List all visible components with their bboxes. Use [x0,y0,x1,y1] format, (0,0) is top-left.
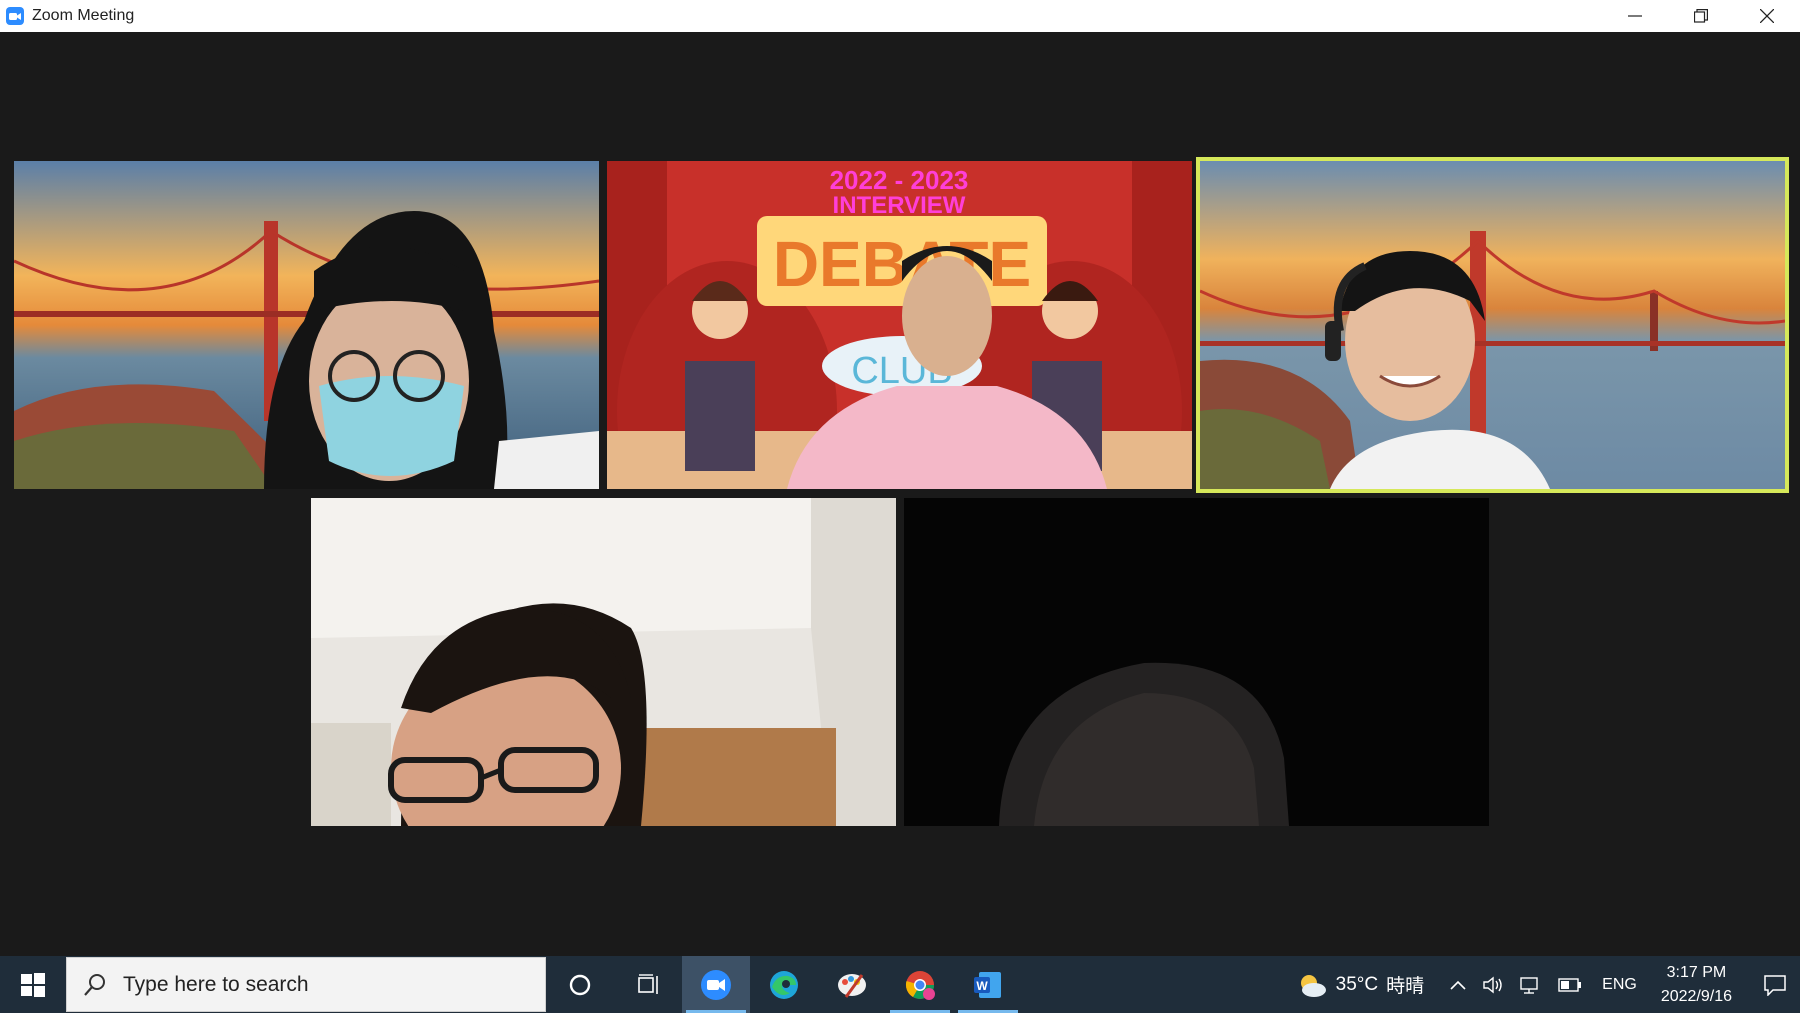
input-language[interactable]: ENG [1602,976,1637,994]
video-gallery: 2022 - 2023 INTERVIEW DEBATE CLUB [0,32,1800,956]
word-icon: W [974,971,1001,998]
taskbar-search[interactable] [66,957,546,1012]
restore-icon [1694,9,1708,23]
clock[interactable]: 3:17 PM 2022/9/16 [1661,961,1732,1009]
taskbar-app-edge[interactable] [750,956,818,1013]
paint-icon [838,973,866,998]
network-button[interactable] [1520,976,1542,994]
taskbar-app-paint[interactable] [818,956,886,1013]
title-bar: Zoom Meeting [0,0,1800,32]
taskbar-app-chrome[interactable] [886,956,954,1013]
chevron-up-icon [1450,980,1466,990]
weather-widget[interactable]: 35°C 時晴 [1296,971,1424,998]
network-icon [1520,976,1538,994]
taskbar: W 35°C 時晴 [0,956,1800,1013]
task-view-button[interactable] [614,956,682,1013]
clock-time: 3:17 PM [1666,963,1727,981]
active-speaker-tile[interactable] [1196,157,1789,493]
taskbar-app-zoom[interactable] [682,956,750,1013]
clock-date: 2022/9/16 [1660,987,1732,1005]
participant-video-tile[interactable] [14,161,599,489]
participant-video-tile[interactable] [904,498,1489,826]
restore-button[interactable] [1668,0,1734,32]
volume-button[interactable] [1482,976,1504,994]
taskbar-app-word[interactable]: W [954,956,1022,1013]
close-button[interactable] [1734,0,1800,32]
chrome-icon [905,970,935,1000]
action-center-button[interactable] [1750,956,1800,1013]
task-view-icon [638,973,658,994]
battery-button[interactable] [1558,977,1582,992]
svg-text:W: W [976,979,988,993]
show-hidden-icons-button[interactable] [1450,980,1466,990]
system-tray: 35°C 時晴 ENG 3:17 PM 2022/9/16 [1296,956,1800,1013]
volume-icon [1483,976,1502,993]
windows-icon [21,972,45,997]
zoom-icon [6,7,24,25]
participant-video-tile[interactable] [311,498,896,826]
window-title: Zoom Meeting [32,7,135,24]
battery-icon [1558,977,1582,992]
banner-subtitle-text: INTERVIEW [833,192,966,219]
minimize-icon [1628,15,1642,17]
search-icon [84,973,105,996]
cortana-icon [569,974,591,995]
start-button[interactable] [0,956,66,1013]
weather-condition: 時晴 [1386,976,1425,997]
partly-cloudy-icon [1300,974,1326,997]
banner-year-text: 2022 - 2023 [830,165,969,195]
notification-icon [1764,974,1786,996]
participant-video-tile[interactable]: 2022 - 2023 INTERVIEW DEBATE CLUB [607,161,1192,489]
close-icon [1760,9,1774,23]
cortana-button[interactable] [546,956,614,1013]
edge-icon [770,970,798,999]
zoom-icon [701,969,731,1000]
search-input[interactable] [121,971,525,998]
weather-temp: 35°C [1335,973,1379,995]
minimize-button[interactable] [1602,0,1668,32]
